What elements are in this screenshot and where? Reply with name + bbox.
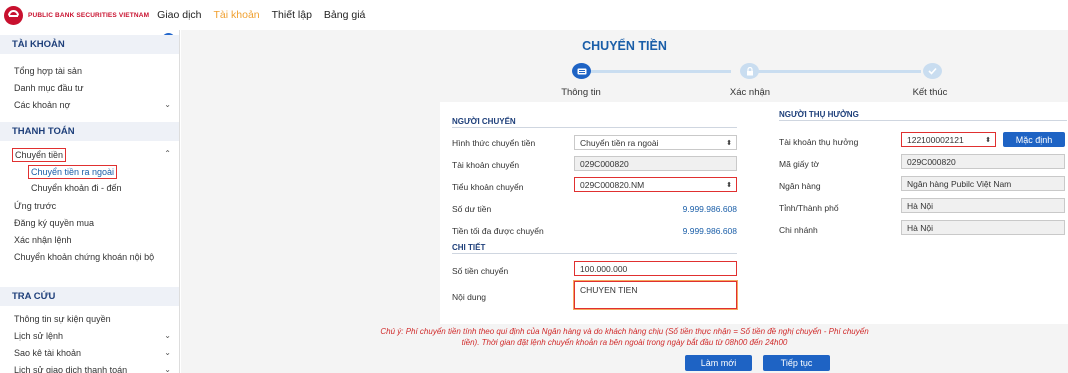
mac-dinh-button[interactable]: Mặc định xyxy=(1003,132,1065,147)
transfer-form: NGƯỜI CHUYỂN Hình thức chuyển tiền Chuyể… xyxy=(440,102,1068,324)
sidebar-item-sao-ke-tai-khoan[interactable]: Sao kê tài khoản xyxy=(14,348,81,358)
nav-giao-dich[interactable]: Giao dịch xyxy=(157,9,201,21)
top-nav: Giao dịch Tài khoản Thiết lập Bảng giá xyxy=(157,9,377,21)
tieu-khoan-value: 029C000820.NM xyxy=(580,179,645,190)
nav-thiet-lap[interactable]: Thiết lập xyxy=(272,9,312,21)
sidebar-item-chuyen-tien[interactable]: Chuyển tiền xyxy=(12,148,67,162)
sidebar-item-cac-khoan-no[interactable]: Các khoản nợ xyxy=(14,100,70,110)
tieu-khoan-label: Tiểu khoản chuyển xyxy=(452,182,524,192)
sidebar-item-danh-muc-dau-tu[interactable]: Danh mục đầu tư xyxy=(14,83,84,93)
sidebar-item-ung-truoc[interactable]: Ứng trước xyxy=(14,201,56,211)
tai-khoan-thu-huong-label: Tài khoản thụ hưởng xyxy=(779,137,859,147)
tieu-khoan-select[interactable]: 029C000820.NM ⬍ xyxy=(574,177,737,192)
fee-note-line2: tiền). Thời gian đặt lệnh chuyển khoản r… xyxy=(461,338,788,347)
tinh-value: Hà Nội xyxy=(907,200,933,211)
chi-nhanh-label: Chi nhánh xyxy=(779,225,818,235)
toi-da-label: Tiền tối đa được chuyển xyxy=(452,226,544,236)
tiep-tuc-button[interactable]: Tiếp tục xyxy=(763,355,830,371)
tai-khoan-thu-huong-select[interactable]: 122100002121 ⬍ xyxy=(901,132,996,147)
chevron-down-icon[interactable]: ⌄ xyxy=(164,331,171,340)
sidebar-item-chuyen-khoan-chung-khoan[interactable]: Chuyển khoản chứng khoán nội bộ xyxy=(14,252,164,263)
ma-giay-to-value: 029C000820 xyxy=(907,156,956,167)
check-icon xyxy=(923,63,942,79)
keyboard-icon xyxy=(572,63,591,79)
sidebar-item-chuyen-khoan-di-den[interactable]: Chuyển khoản đi - đến xyxy=(31,183,122,193)
chi-nhanh-value: Hà Nội xyxy=(907,222,933,233)
hinh-thuc-value: Chuyển tiền ra ngoài xyxy=(580,137,659,148)
divider xyxy=(452,127,737,128)
page-title: CHUYỂN TIỀN xyxy=(582,39,667,53)
hinh-thuc-select[interactable]: Chuyển tiền ra ngoài ⬍ xyxy=(574,135,737,150)
section-tra-cuu[interactable]: TRA CỨU xyxy=(0,287,179,306)
ma-giay-to-label: Mã giấy tờ xyxy=(779,159,820,169)
lam-moi-button[interactable]: Làm mới xyxy=(685,355,752,371)
tai-khoan-chuyen-field: 029C000820 xyxy=(574,156,737,171)
fee-note-line1: Chú ý: Phí chuyển tiền tính theo qui địn… xyxy=(380,327,869,336)
stepper-line xyxy=(751,70,921,73)
section-nguoi-thu-huong: NGƯỜI THỤ HƯỞNG xyxy=(779,110,859,119)
sidebar-item-thong-tin-su-kien-quyen[interactable]: Thông tin sự kiện quyền xyxy=(14,314,111,324)
brand-logo[interactable]: PUBLIC BANK SECURITIES VIETNAM xyxy=(4,5,150,25)
tai-khoan-thu-huong-value: 122100002121 xyxy=(907,134,964,145)
nav-tai-khoan[interactable]: Tài khoản xyxy=(214,9,260,21)
so-tien-label: Số tiền chuyển xyxy=(452,266,509,276)
stepper-line xyxy=(581,70,731,73)
sidebar-item-xac-nhan-lenh[interactable]: Xác nhận lệnh xyxy=(14,235,72,245)
so-tien-value: 100.000.000 xyxy=(580,263,628,274)
section-thanh-toan[interactable]: THANH TOÁN xyxy=(0,122,179,141)
tinh-field: Hà Nội xyxy=(901,198,1065,213)
sidebar-item-lich-su-lenh[interactable]: Lịch sử lệnh xyxy=(14,331,63,341)
step-xac-nhan: Xác nhận xyxy=(729,87,771,98)
ma-giay-to-field: 029C000820 xyxy=(901,154,1065,169)
chevron-down-icon[interactable]: ⌄ xyxy=(164,365,171,373)
select-arrow-icon: ⬍ xyxy=(726,139,732,147)
main-content: CHUYỂN TIỀN Thông tin Xác nhận Kết thúc … xyxy=(181,30,1068,373)
step-thong-tin: Thông tin xyxy=(561,87,601,98)
sidebar-item-lich-su-giao-dich[interactable]: Lịch sử giao dịch thanh toán xyxy=(14,365,127,373)
toi-da-value: 9.999.986.608 xyxy=(682,226,737,236)
so-du-label: Số dư tiền xyxy=(452,204,492,214)
section-chi-tiet: CHI TIẾT xyxy=(452,243,486,252)
tai-khoan-chuyen-value: 029C000820 xyxy=(580,158,629,169)
chi-nhanh-field: Hà Nội xyxy=(901,220,1065,235)
divider xyxy=(779,120,1067,121)
tai-khoan-chuyen-label: Tài khoản chuyển xyxy=(452,160,520,170)
nav-bang-gia[interactable]: Bảng giá xyxy=(324,9,365,21)
chevron-up-icon[interactable]: ⌃ xyxy=(164,149,171,158)
divider xyxy=(452,253,737,254)
sidebar-item-dang-ky-quyen-mua[interactable]: Đăng ký quyền mua xyxy=(14,218,94,228)
top-bar: PUBLIC BANK SECURITIES VIETNAM Giao dịch… xyxy=(0,0,1068,30)
ngan-hang-value: Ngân hàng Pubilc Việt Nam xyxy=(907,178,1012,189)
section-nguoi-chuyen: NGƯỜI CHUYỂN xyxy=(452,117,516,126)
step-ket-thuc: Kết thúc xyxy=(912,87,948,98)
brand-name: PUBLIC BANK SECURITIES VIETNAM xyxy=(28,11,150,19)
sidebar-item-tong-hop-tai-san[interactable]: Tổng hợp tài sản xyxy=(14,66,82,76)
logo-icon xyxy=(4,5,23,25)
noi-dung-textarea[interactable]: CHUYEN TIEN xyxy=(574,281,737,309)
chevron-down-icon[interactable]: ⌄ xyxy=(164,348,171,357)
ngan-hang-field: Ngân hàng Pubilc Việt Nam xyxy=(901,176,1065,191)
section-tai-khoan[interactable]: TÀI KHOẢN xyxy=(0,35,179,54)
ngan-hang-label: Ngân hàng xyxy=(779,181,821,191)
noi-dung-value: CHUYEN TIEN xyxy=(580,285,638,295)
lock-icon xyxy=(740,63,759,79)
so-tien-input[interactable]: 100.000.000 xyxy=(574,261,737,276)
noi-dung-label: Nội dung xyxy=(452,292,487,302)
so-du-value: 9.999.986.608 xyxy=(682,204,737,214)
sidebar-item-chuyen-tien-ra-ngoai[interactable]: Chuyển tiền ra ngoài xyxy=(28,165,118,179)
sidebar: TÀI KHOẢN Tổng hợp tài sản Danh mục đầu … xyxy=(0,30,180,373)
chevron-down-icon[interactable]: ⌄ xyxy=(164,100,171,109)
select-arrow-icon: ⬍ xyxy=(985,136,991,144)
hinh-thuc-label: Hình thức chuyển tiền xyxy=(452,138,536,148)
tinh-label: Tỉnh/Thành phố xyxy=(779,203,839,213)
select-arrow-icon: ⬍ xyxy=(726,181,732,189)
